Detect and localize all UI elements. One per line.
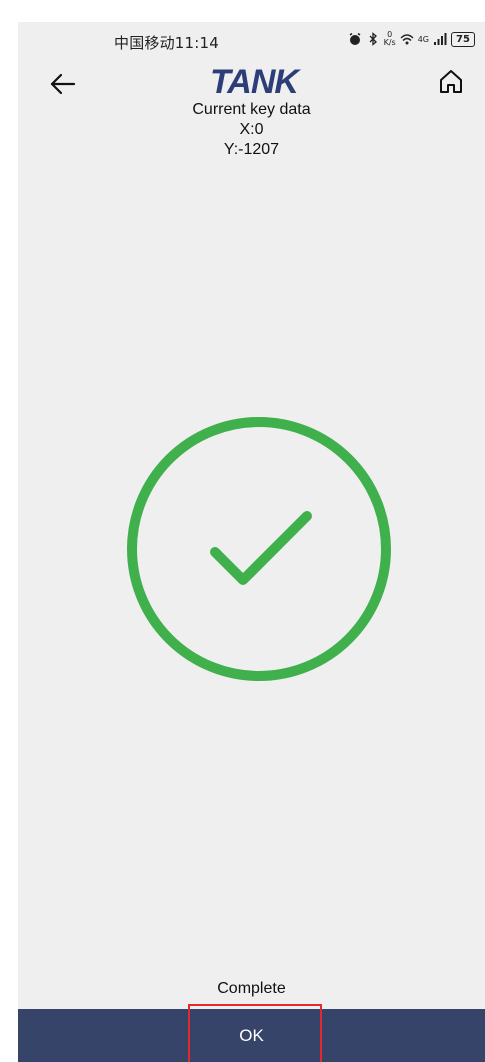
back-button[interactable] bbox=[44, 66, 80, 102]
key-data-x: X:0 bbox=[239, 121, 264, 138]
signal-icon bbox=[434, 33, 447, 45]
ok-button[interactable]: OK bbox=[18, 1009, 485, 1062]
status-icons: 0 K/s 4G 75 bbox=[348, 31, 475, 47]
home-button[interactable] bbox=[433, 64, 469, 100]
network-speed: 0 K/s bbox=[384, 31, 396, 47]
check-circle-icon bbox=[127, 417, 391, 681]
bluetooth-icon bbox=[369, 32, 377, 46]
key-data-panel: Current key data X:0 Y:-1207 bbox=[18, 100, 485, 160]
key-data-y: Y:-1207 bbox=[223, 141, 280, 158]
logo-text: TANK bbox=[210, 63, 301, 100]
arrow-left-icon bbox=[50, 73, 76, 95]
app-screen: 中国移动11:14 0 K/s 4G 75 TANK Current key d… bbox=[18, 22, 485, 1062]
complete-label: Complete bbox=[217, 980, 286, 997]
alarm-icon bbox=[349, 32, 361, 45]
status-bar: 中国移动11:14 0 K/s 4G 75 bbox=[18, 22, 485, 60]
network-type: 4G bbox=[417, 34, 429, 44]
ok-button-label: OK bbox=[239, 1025, 264, 1045]
tank-logo: TANK bbox=[210, 63, 302, 100]
wifi-icon bbox=[400, 34, 414, 45]
key-data-title: Current key data bbox=[192, 101, 311, 118]
home-icon bbox=[440, 70, 462, 93]
carrier-time: 中国移动11:14 bbox=[114, 34, 220, 52]
network-speed-unit: K/s bbox=[383, 38, 396, 47]
battery-indicator: 75 bbox=[451, 31, 475, 47]
